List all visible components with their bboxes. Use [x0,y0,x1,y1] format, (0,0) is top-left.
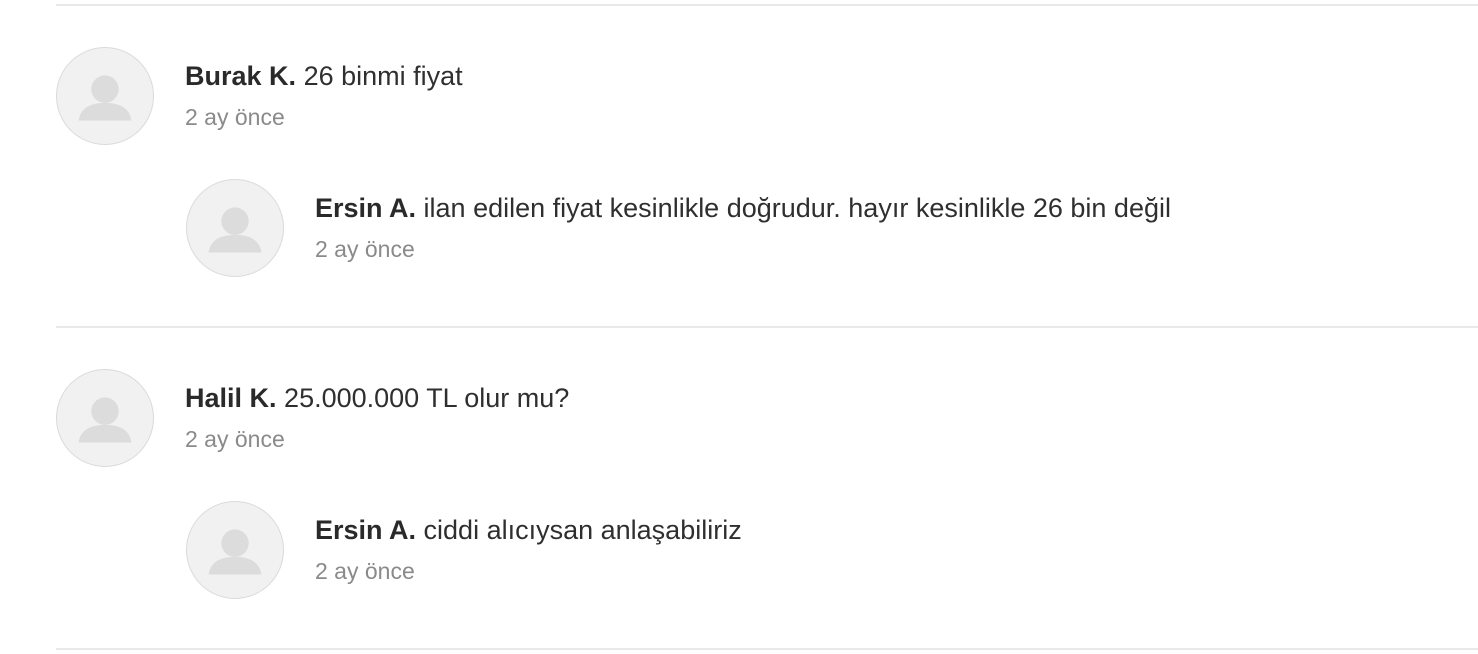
comment-body: Halil K. 25.000.000 TL olur mu? 2 ay önc… [185,369,569,453]
reply-message: ilan edilen fiyat kesinlikle doğrudur. h… [423,193,1171,223]
user-placeholder-icon [208,529,262,575]
comment-line: Burak K. 26 binmi fiyat [185,59,463,93]
comment: Halil K. 25.000.000 TL olur mu? 2 ay önc… [56,369,569,467]
comment-body: Burak K. 26 binmi fiyat 2 ay önce [185,47,463,131]
avatar [186,179,284,277]
user-placeholder-icon [208,207,262,253]
reply-body: Ersin A. ilan edilen fiyat kesinlikle do… [315,179,1171,263]
reply-time: 2 ay önce [315,558,415,584]
comment: Burak K. 26 binmi fiyat 2 ay önce [56,47,463,145]
comment-divider [56,326,1478,328]
comment-time: 2 ay önce [185,426,285,452]
comment-time: 2 ay önce [185,104,285,130]
reply-author[interactable]: Ersin A. [315,193,416,223]
reply-body: Ersin A. ciddi alıcıysan anlaşabiliriz 2… [315,501,742,585]
user-placeholder-icon [78,75,132,121]
bottom-divider [56,648,1478,650]
comment-author[interactable]: Burak K. [185,61,296,91]
comment-message: 26 binmi fiyat [303,61,463,91]
reply-time: 2 ay önce [315,236,415,262]
reply-message: ciddi alıcıysan anlaşabiliriz [423,515,742,545]
reply-line: Ersin A. ciddi alıcıysan anlaşabiliriz [315,513,742,547]
reply-author[interactable]: Ersin A. [315,515,416,545]
reply: Ersin A. ciddi alıcıysan anlaşabiliriz 2… [186,501,742,599]
avatar [186,501,284,599]
reply: Ersin A. ilan edilen fiyat kesinlikle do… [186,179,1171,277]
comment-author[interactable]: Halil K. [185,383,277,413]
comment-message: 25.000.000 TL olur mu? [284,383,570,413]
reply-line: Ersin A. ilan edilen fiyat kesinlikle do… [315,191,1171,225]
avatar [56,369,154,467]
top-divider [56,4,1478,6]
comment-line: Halil K. 25.000.000 TL olur mu? [185,381,569,415]
user-placeholder-icon [78,397,132,443]
avatar [56,47,154,145]
